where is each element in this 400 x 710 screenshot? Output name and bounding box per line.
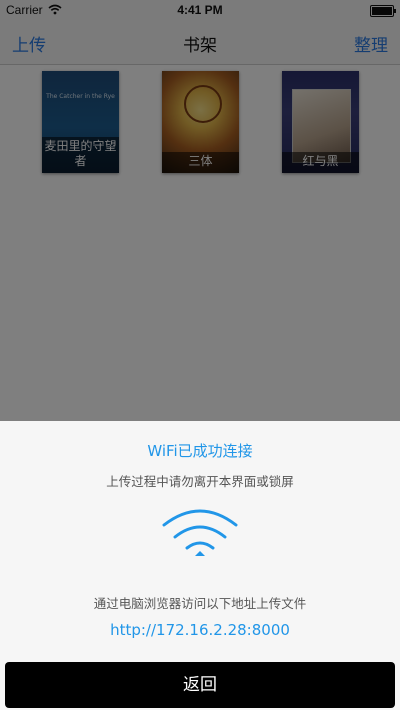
upload-warning-text: 上传过程中请勿离开本界面或锁屏 <box>106 474 294 489</box>
modal-dim-overlay[interactable] <box>0 0 400 421</box>
connection-status-title: WiFi已成功连接 <box>147 442 253 460</box>
upload-instruction-text: 通过电脑浏览器访问以下地址上传文件 <box>93 596 307 611</box>
wifi-icon <box>162 509 238 556</box>
upload-url-link[interactable]: http://172.16.2.28:8000 <box>0 621 400 639</box>
wifi-upload-sheet: WiFi已成功连接 上传过程中请勿离开本界面或锁屏 通过电脑浏览器访问以下地址上… <box>0 421 400 710</box>
back-button[interactable]: 返回 <box>5 662 395 708</box>
